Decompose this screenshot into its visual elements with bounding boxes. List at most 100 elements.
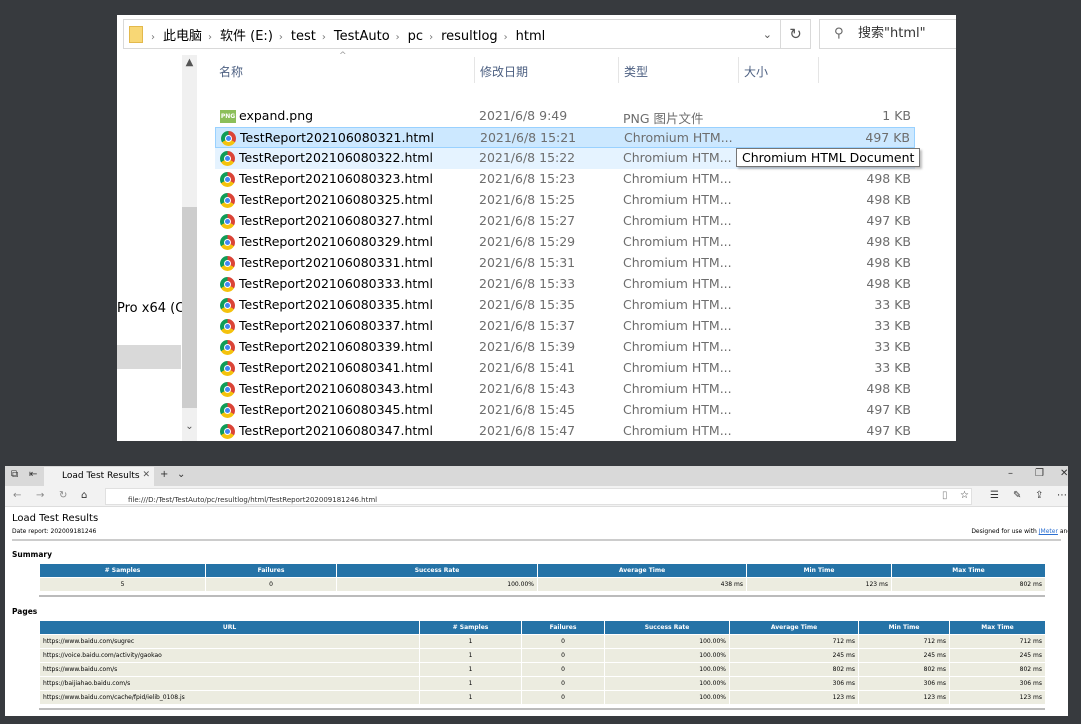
breadcrumb-separator-icon[interactable]: ›: [504, 32, 508, 43]
table-cell: 1: [419, 690, 522, 705]
breadcrumb-item[interactable]: test: [291, 29, 316, 44]
table-row: https://baijiahao.baidu.com/s 1 0 100.00% 30…: [39, 676, 1046, 691]
column-header: Success Rate: [336, 563, 538, 578]
breadcrumb: › 此电脑 › 软件 (E:) › test › TestAuto › pc › resultlog ›…: [151, 25, 551, 44]
pen-icon[interactable]: ✎: [1013, 490, 1021, 501]
share-icon[interactable]: ⇪: [1035, 490, 1043, 501]
file-size: 33 KB: [874, 297, 911, 312]
table-cell: 306 ms: [949, 676, 1046, 691]
file-row[interactable]: TestReport202106080335.html 2021/6/8 15:3…: [215, 295, 915, 316]
table-cell: 712 ms: [729, 634, 859, 649]
file-name: TestReport202106080322.html: [239, 150, 433, 165]
favorites-icon[interactable]: ☰: [990, 490, 999, 501]
breadcrumb-separator-icon[interactable]: ›: [208, 32, 212, 43]
refresh-button[interactable]: ↻: [781, 19, 811, 49]
more-icon[interactable]: ⋯: [1057, 490, 1067, 501]
file-row[interactable]: TestReport202106080337.html 2021/6/8 15:3…: [215, 316, 915, 337]
file-name: TestReport202106080335.html: [239, 297, 433, 312]
scroll-down-icon[interactable]: ⌄: [182, 421, 197, 432]
breadcrumb-separator-icon[interactable]: ›: [396, 32, 400, 43]
summary-heading: Summary: [12, 550, 53, 559]
restore-button[interactable]: ❐: [1035, 468, 1044, 479]
table-header-row: URL # Samples Failures Success Rate Average …: [39, 620, 1046, 635]
breadcrumb-separator-icon[interactable]: ›: [322, 32, 326, 43]
close-button[interactable]: ✕: [1060, 468, 1068, 479]
column-size[interactable]: 大小: [744, 63, 768, 80]
file-type: Chromium HTM...: [623, 339, 732, 354]
minimize-button[interactable]: –: [1008, 468, 1013, 479]
file-name: TestReport202106080337.html: [239, 318, 433, 333]
url-field[interactable]: file:///D:/Test/TestAuto/pc/resultlog/ht…: [105, 488, 972, 505]
file-name: TestReport202106080325.html: [239, 192, 433, 207]
column-name[interactable]: 名称: [219, 63, 243, 80]
nav-item-selected[interactable]: [117, 345, 181, 369]
chevron-down-icon[interactable]: ⌄: [177, 469, 185, 480]
breadcrumb-separator-icon[interactable]: ›: [429, 32, 433, 43]
breadcrumb-item[interactable]: html: [516, 29, 546, 44]
file-date: 2021/6/8 15:29: [479, 234, 576, 249]
file-row[interactable]: TestReport202106080341.html 2021/6/8 15:4…: [215, 358, 915, 379]
table-cell: 123 ms: [746, 577, 892, 592]
breadcrumb-item[interactable]: 此电脑: [163, 29, 202, 44]
breadcrumb-item[interactable]: 软件 (E:): [220, 29, 273, 44]
file-size: 33 KB: [874, 360, 911, 375]
file-row[interactable]: PNG expand.png 2021/6/8 9:49 PNG 图片文件 1 KB: [215, 106, 915, 127]
column-date[interactable]: 修改日期: [480, 63, 528, 80]
home-icon[interactable]: ⌂: [81, 490, 87, 501]
address-bar[interactable]: › 此电脑 › 软件 (E:) › test › TestAuto › pc › resultlog ›…: [123, 19, 781, 49]
chevron-down-icon[interactable]: ⌄: [763, 28, 772, 41]
file-row[interactable]: TestReport202106080327.html 2021/6/8 15:2…: [215, 211, 915, 232]
nav-scrollbar[interactable]: ▲ ⌄: [182, 55, 197, 441]
table-cell: 712 ms: [858, 634, 950, 649]
forward-icon[interactable]: →: [36, 490, 44, 501]
table-row: https://www.baidu.com/s 1 0 100.00% 802 ms 80…: [39, 662, 1046, 677]
table-cell: 245 ms: [949, 648, 1046, 663]
jmeter-link[interactable]: JMeter: [1039, 528, 1058, 535]
reading-view-icon[interactable]: ▯: [942, 490, 948, 501]
file-size: 497 KB: [866, 402, 911, 417]
favorite-star-icon[interactable]: ☆: [960, 490, 969, 501]
file-name: TestReport202106080347.html: [239, 423, 433, 438]
file-size: 498 KB: [866, 276, 911, 291]
column-header: # Samples: [419, 620, 522, 635]
file-type: Chromium HTM...: [623, 213, 732, 228]
file-row[interactable]: TestReport202106080329.html 2021/6/8 15:2…: [215, 232, 915, 253]
scroll-up-icon[interactable]: ▲: [182, 57, 197, 68]
file-row[interactable]: TestReport202106080323.html 2021/6/8 15:2…: [215, 169, 915, 190]
breadcrumb-item[interactable]: pc: [408, 29, 423, 44]
file-row[interactable]: TestReport202106080339.html 2021/6/8 15:3…: [215, 337, 915, 358]
close-tab-icon[interactable]: ✕: [142, 470, 150, 480]
file-date: 2021/6/8 15:47: [479, 423, 576, 438]
breadcrumb-item[interactable]: TestAuto: [334, 29, 390, 44]
back-icon[interactable]: ←: [13, 490, 21, 501]
scroll-thumb[interactable]: [182, 207, 197, 408]
set-aside-tabs-icon[interactable]: ⇤: [29, 469, 37, 480]
breadcrumb-separator-icon[interactable]: ›: [279, 32, 283, 43]
file-size: 497 KB: [865, 130, 910, 145]
file-name: TestReport202106080321.html: [240, 130, 434, 145]
file-type: Chromium HTM...: [623, 234, 732, 249]
chrome-icon: [220, 424, 235, 439]
file-row[interactable]: TestReport202106080347.html 2021/6/8 15:4…: [215, 421, 915, 441]
file-row[interactable]: TestReport202106080343.html 2021/6/8 15:4…: [215, 379, 915, 400]
table-row: 5 0 100.00% 438 ms 123 ms 802 ms: [39, 577, 1046, 592]
column-header: Max Time: [949, 620, 1046, 635]
file-type: Chromium HTM...: [623, 150, 732, 165]
file-row[interactable]: TestReport202106080345.html 2021/6/8 15:4…: [215, 400, 915, 421]
file-row[interactable]: TestReport202106080333.html 2021/6/8 15:3…: [215, 274, 915, 295]
file-row[interactable]: TestReport202106080321.html 2021/6/8 15:2…: [215, 127, 915, 148]
tab-load-test-results[interactable]: Load Test Results ✕: [44, 467, 154, 486]
file-row[interactable]: TestReport202106080325.html 2021/6/8 15:2…: [215, 190, 915, 211]
column-header: Failures: [521, 620, 605, 635]
column-type[interactable]: 类型: [624, 63, 648, 80]
new-tab-button[interactable]: +: [160, 469, 168, 480]
table-cell: 0: [521, 634, 605, 649]
table-cell: 123 ms: [949, 690, 1046, 705]
file-row[interactable]: TestReport202106080331.html 2021/6/8 15:3…: [215, 253, 915, 274]
search-input[interactable]: ⚲ 搜索"html": [819, 19, 956, 49]
file-explorer-window: › 此电脑 › 软件 (E:) › test › TestAuto › pc › resultlog ›…: [117, 15, 956, 441]
refresh-icon[interactable]: ↻: [59, 490, 67, 501]
breadcrumb-separator-icon[interactable]: ›: [151, 32, 155, 43]
tab-preview-icon[interactable]: ⧉: [11, 469, 18, 480]
breadcrumb-item[interactable]: resultlog: [441, 29, 498, 44]
